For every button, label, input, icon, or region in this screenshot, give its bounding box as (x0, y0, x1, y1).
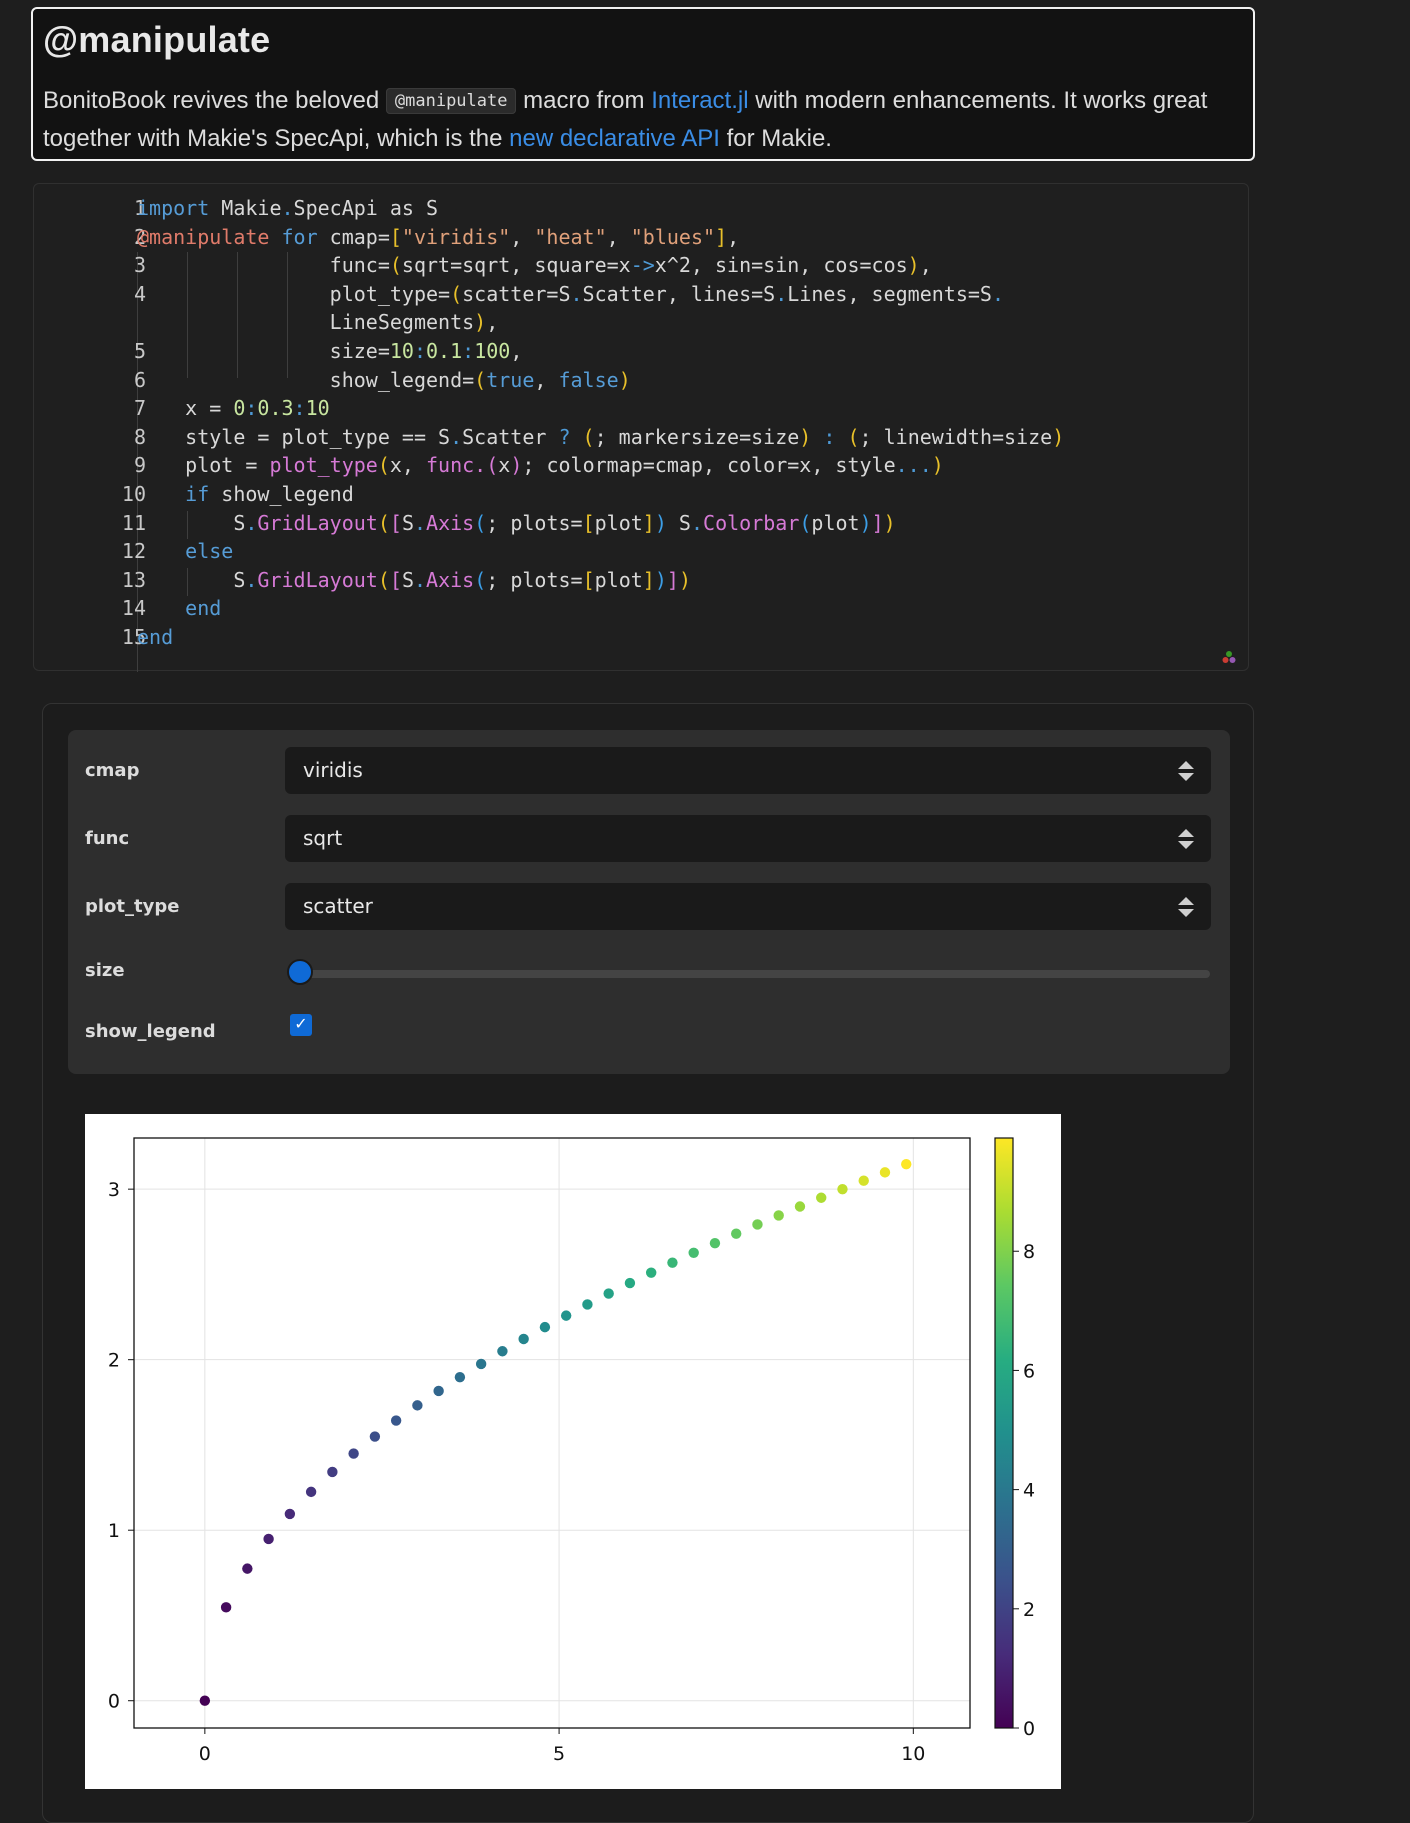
text-mid: macro from (523, 87, 645, 114)
scatter-point (220, 1602, 232, 1613)
plot-type-select[interactable]: scatter (285, 883, 1211, 930)
scatter-point (284, 1508, 296, 1520)
scatter-point (475, 1358, 487, 1370)
colorbar-tick-label: 4 (1023, 1480, 1035, 1502)
inline-code: @manipulate (385, 88, 517, 114)
scatter-point (560, 1310, 572, 1321)
scatter-point (645, 1267, 657, 1278)
y-tick-label: 1 (108, 1520, 120, 1542)
y-tick-label: 2 (108, 1350, 120, 1372)
scatter-point (348, 1448, 359, 1459)
scatter-point (752, 1219, 763, 1230)
scatter-point (731, 1228, 742, 1239)
plot-type-value: scatter (303, 894, 373, 918)
interact-link[interactable]: Interact.jl (651, 87, 748, 114)
scatter-point (412, 1400, 423, 1411)
text-end: for Makie. (726, 125, 832, 152)
show-legend-label: show_legend (85, 1021, 216, 1042)
cmap-value: viridis (303, 758, 363, 782)
y-tick-label: 3 (108, 1179, 120, 1201)
scatter-plot: 0 5 10 0 1 2 3 0 2 4 6 8 (108, 1137, 1035, 1765)
page-title: @manipulate (43, 19, 271, 60)
scatter-point (667, 1257, 678, 1268)
func-select[interactable]: sqrt (285, 815, 1211, 862)
x-tick-label: 5 (553, 1743, 565, 1765)
select-arrows-icon (1178, 897, 1194, 917)
scatter-point (518, 1333, 529, 1345)
scatter-point (816, 1192, 827, 1203)
colorbar-tick-label: 8 (1023, 1241, 1035, 1263)
scatter-point (242, 1563, 253, 1574)
x-tick-label: 0 (199, 1743, 211, 1765)
scatter-point (688, 1247, 699, 1258)
code-editor[interactable]: 1 import Makie.SpecApi as S 2 @manipulate … (33, 183, 1249, 672)
func-label: func (85, 828, 130, 849)
size-slider-track[interactable] (300, 970, 1210, 978)
scatter-point (327, 1466, 338, 1478)
intro-text: BonitoBook revives the beloved (43, 87, 380, 114)
scatter-point (263, 1533, 274, 1545)
y-tick-label: 0 (108, 1691, 120, 1713)
cmap-label: cmap (85, 760, 140, 781)
scatter-point (794, 1201, 806, 1212)
scatter-point (603, 1288, 614, 1299)
scatter-point (199, 1695, 211, 1706)
manipulate-controls: cmap viridis func sqrt plot_type scatter… (68, 730, 1230, 1074)
scatter-point (901, 1158, 912, 1170)
plot-type-label: plot_type (85, 896, 180, 917)
julia-dots-icon (1222, 651, 1236, 663)
markdown-cell[interactable]: @manipulate BonitoBook revives the belov… (31, 7, 1255, 161)
select-arrows-icon (1178, 761, 1194, 781)
size-label: size (85, 960, 125, 981)
scatter-point (879, 1167, 891, 1178)
scatter-point (497, 1346, 508, 1357)
scatter-point (582, 1299, 593, 1310)
scatter-point (624, 1277, 636, 1289)
cmap-select[interactable]: viridis (285, 747, 1211, 794)
scatter-point (369, 1431, 381, 1442)
select-arrows-icon (1178, 829, 1194, 849)
show-legend-checkbox[interactable]: ✓ (290, 1014, 312, 1036)
plot-figure: 0 5 10 0 1 2 3 0 2 4 6 8 (85, 1114, 1061, 1789)
markdown-paragraph: BonitoBook revives the beloved @manipula… (43, 83, 1243, 157)
declarative-api-link[interactable]: new declarative API (509, 125, 720, 152)
scatter-point (773, 1210, 784, 1221)
scatter-point (837, 1183, 848, 1195)
colorbar (994, 1137, 1014, 1729)
size-slider-handle[interactable] (287, 959, 313, 985)
scatter-point (454, 1371, 466, 1383)
scatter-point (539, 1321, 551, 1333)
scatter-point (858, 1175, 869, 1186)
scatter-point (390, 1415, 402, 1426)
colorbar-tick-label: 2 (1023, 1599, 1035, 1621)
cell-output: cmap viridis func sqrt plot_type scatter… (42, 703, 1254, 1823)
colorbar-tick-label: 6 (1023, 1360, 1035, 1382)
colorbar-tick-label: 0 (1023, 1718, 1035, 1740)
x-tick-label: 10 (901, 1743, 925, 1765)
scatter-point (305, 1486, 317, 1498)
scatter-point (709, 1237, 721, 1249)
scatter-point (433, 1385, 444, 1397)
func-value: sqrt (303, 826, 343, 850)
axis-frame (133, 1137, 971, 1729)
